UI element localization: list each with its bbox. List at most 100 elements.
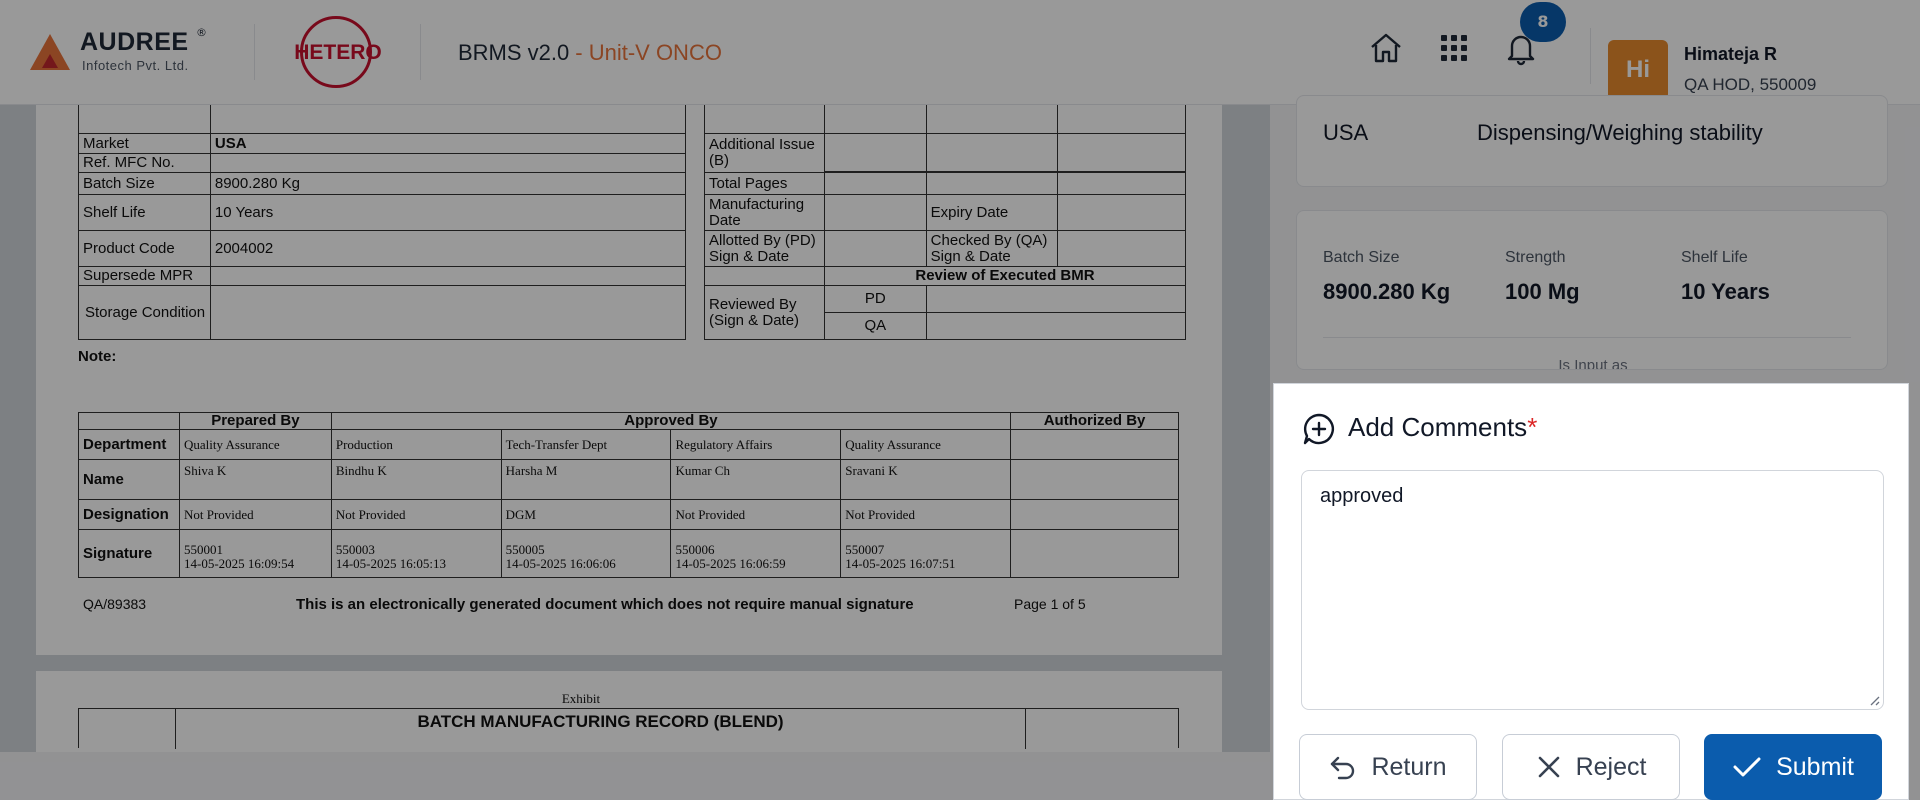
name-cell: Shiva K [178, 459, 332, 500]
allotted-by-label: Allotted By (PD) Sign & Date [704, 230, 825, 267]
prepared-by-header: Prepared By [178, 412, 332, 430]
signature-cell: 550003 14-05-2025 16:05:13 [330, 529, 502, 578]
designation-cell: Not Provided [670, 499, 842, 530]
name-cell: Sravani K [840, 459, 1012, 500]
name-label: Name [78, 459, 180, 500]
storage-value [209, 285, 687, 340]
strength-stat: Strength 100 Mg [1505, 249, 1580, 304]
brand-name: AUDREE [80, 28, 189, 56]
exhibit-label: Exhibit [561, 691, 601, 706]
header-divider [420, 24, 421, 80]
signature-cell: 550006 14-05-2025 16:06:59 [670, 529, 842, 578]
designation-cell: DGM [500, 499, 672, 530]
shelf-life-value: 10 Years [209, 194, 687, 231]
department-cell: Quality Assurance [840, 429, 1012, 460]
designation-cell: Not Provided [840, 499, 1012, 530]
user-divider [1590, 28, 1591, 84]
mfc-label: Ref. MFC No. [78, 153, 211, 173]
designation-cell: Not Provided [330, 499, 502, 530]
document-page: Exhibit BATCH MANUFACTURING RECORD (BLEN… [36, 671, 1222, 752]
note-label: Note: [78, 348, 117, 365]
return-button[interactable]: Return [1299, 734, 1477, 800]
doc-number: QA/89383 [83, 596, 147, 612]
page-number: Page 1 of 5 [1014, 596, 1086, 612]
submit-button[interactable]: Submit [1704, 734, 1882, 800]
approval-table: Prepared By Approved By Authorized By De… [78, 412, 1179, 578]
department-cell: Quality Assurance [178, 429, 332, 460]
manufacturing-date-label: Manufacturing Date [704, 194, 825, 231]
department-label: Department [78, 429, 180, 460]
review-header: Review of Executed BMR [823, 266, 1187, 286]
mfc-value [209, 153, 687, 173]
department-cell: Regulatory Affairs [670, 429, 842, 460]
market-stage-card: USA Dispensing/Weighing stability [1296, 95, 1888, 187]
market-value: USA [1323, 120, 1369, 145]
notification-badge[interactable]: 8 [1520, 2, 1566, 42]
shelf-life-stat: Shelf Life 10 Years [1681, 249, 1770, 304]
designation-label: Designation [78, 499, 180, 530]
department-cell: Production [330, 429, 502, 460]
reject-label: Reject [1575, 752, 1647, 781]
reviewed-by-label: Reviewed By (Sign & Date) [704, 285, 825, 340]
brand-subtitle: Infotech Pvt. Ltd. [82, 58, 189, 73]
document-viewer[interactable]: Market USA Ref. MFC No. Batch Size 8900.28… [0, 105, 1270, 752]
shelf-life-label: Shelf Life [78, 194, 211, 231]
close-icon [1538, 756, 1559, 778]
signature-cell: 550007 14-05-2025 16:07:51 [840, 529, 1012, 578]
header-divider [254, 24, 255, 80]
name-cell: Kumar Ch [670, 459, 842, 500]
page2-heading: BATCH MANUFACTURING RECORD (BLEND) [417, 712, 784, 731]
return-label: Return [1371, 752, 1447, 781]
pd-label: PD [823, 285, 927, 313]
resize-handle-icon[interactable] [1868, 694, 1880, 706]
department-cell: Tech-Transfer Dept [500, 429, 672, 460]
signature-label: Signature [78, 529, 180, 578]
add-comment-icon [1303, 413, 1334, 445]
supersede-value [209, 266, 687, 286]
app-name: BRMS v2.0 [458, 40, 570, 65]
name-cell: Bindhu K [330, 459, 502, 500]
add-comments-dialog: Add Comments* approved Return Reject Sub… [1273, 383, 1909, 800]
expiry-date-label: Expiry Date [925, 194, 1059, 231]
signature-cell: 550005 14-05-2025 16:06:06 [500, 529, 672, 578]
approved-by-header: Approved By [330, 412, 1012, 430]
additional-issue-label: Additional Issue (B) [704, 133, 825, 173]
required-mark: * [1527, 412, 1538, 442]
batch-size-value: 8900.280 Kg [209, 172, 687, 195]
divider [1323, 337, 1851, 338]
qa-label: QA [823, 312, 927, 340]
batch-details-card: Batch Size 8900.280 Kg Strength 100 Mg S… [1296, 210, 1888, 370]
home-icon[interactable] [1368, 30, 1404, 66]
product-info-table: Market USA Ref. MFC No. Batch Size 8900.28… [78, 105, 687, 340]
batch-size-label: Batch Size [78, 172, 211, 195]
return-icon [1331, 756, 1355, 780]
dialog-title-text: Add Comments [1348, 412, 1528, 442]
supersede-label: Supersede MPR [78, 266, 211, 286]
hetero-logo: HETERO [288, 14, 388, 90]
checked-by-label: Checked By (QA) Sign & Date [925, 230, 1059, 267]
input-label: Is Input as [1558, 357, 1628, 370]
reject-button[interactable]: Reject [1502, 734, 1680, 800]
signature-cell: 550001 14-05-2025 16:09:54 [178, 529, 332, 578]
authorized-by-header: Authorized By [1010, 412, 1179, 430]
comment-textarea[interactable]: approved [1301, 470, 1884, 710]
unit-name: - Unit-V ONCO [575, 40, 722, 65]
document-page: Market USA Ref. MFC No. Batch Size 8900.28… [36, 105, 1222, 655]
app-header: AUDREE ® Infotech Pvt. Ltd. HETERO BRMS … [0, 0, 1920, 105]
product-code-value: 2004002 [209, 230, 687, 267]
check-icon [1733, 757, 1761, 777]
avatar[interactable]: Hi [1608, 40, 1668, 100]
total-pages-label: Total Pages [704, 172, 825, 195]
user-role: QA HOD, 550009 [1684, 75, 1817, 94]
product-code-label: Product Code [78, 230, 211, 267]
storage-label: Storage Condition [78, 285, 211, 340]
stage-value: Dispensing/Weighing stability [1477, 120, 1763, 145]
brand-reg: ® [196, 26, 207, 39]
name-cell: Harsha M [500, 459, 672, 500]
designation-cell: Not Provided [178, 499, 332, 530]
electronic-statement: This is an electronically generated docu… [296, 596, 914, 613]
market-value: USA [209, 133, 687, 154]
market-label: Market [78, 133, 211, 154]
batch-review-table: Additional Issue (B) Total Pages Manufac… [704, 105, 1187, 340]
apps-grid-icon[interactable] [1436, 30, 1472, 66]
